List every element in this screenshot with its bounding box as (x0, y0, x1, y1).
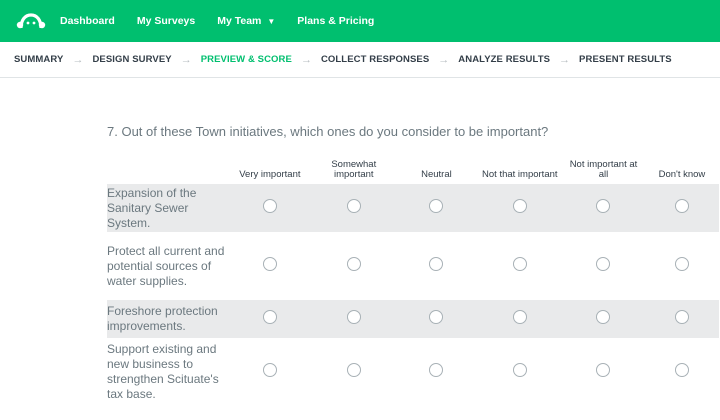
radio-cell (644, 184, 719, 232)
radio-button[interactable] (346, 198, 361, 213)
step-present-results[interactable]: PRESENT RESULTS (579, 54, 672, 65)
surveymonkey-logo-icon[interactable] (16, 11, 46, 31)
radio-button[interactable] (429, 198, 444, 213)
radio-button[interactable] (512, 309, 527, 324)
arrow-right-icon: → (180, 53, 192, 66)
column-header: Neutral (421, 169, 452, 180)
radio-button[interactable] (596, 309, 611, 324)
radio-cell (228, 232, 313, 300)
step-preview-score[interactable]: PREVIEW & SCORE (201, 54, 292, 65)
radio-cell (312, 184, 396, 232)
radio-cell (477, 338, 562, 406)
matrix-row: Foreshore protection improvements. (107, 300, 719, 338)
arrow-right-icon: → (559, 53, 571, 66)
radio-button[interactable] (262, 198, 277, 213)
top-navigation-bar: Dashboard My Surveys My Team ▼ Plans & Prici… (0, 0, 720, 42)
topnav-item-dashboard[interactable]: Dashboard (60, 15, 115, 27)
radio-cell (395, 232, 477, 300)
radio-button[interactable] (262, 256, 277, 271)
radio-cell (562, 232, 645, 300)
arrow-right-icon: → (300, 53, 312, 66)
radio-cell (645, 232, 719, 300)
radio-button[interactable] (346, 256, 361, 271)
radio-button[interactable] (346, 309, 361, 324)
radio-button[interactable] (674, 309, 689, 324)
step-analyze-results[interactable]: ANALYZE RESULTS (458, 54, 550, 65)
radio-button[interactable] (674, 362, 689, 377)
radio-cell (227, 300, 313, 338)
column-header: Very important (239, 169, 301, 180)
radio-button[interactable] (596, 362, 611, 377)
radio-cell (312, 232, 395, 300)
column-header: Somewhat important (331, 159, 377, 180)
topnav-item-label: My Surveys (136, 15, 196, 27)
matrix-row: Support existing and new business to str… (107, 338, 719, 406)
radio-cell (312, 300, 396, 338)
radio-button[interactable] (262, 362, 277, 377)
chevron-down-icon: ▼ (267, 16, 276, 26)
radio-button[interactable] (429, 256, 444, 271)
radio-cell (227, 184, 313, 232)
row-label-header (107, 160, 228, 184)
radio-button[interactable] (262, 309, 277, 324)
arrow-right-icon: → (438, 53, 450, 66)
topnav-item-label: Dashboard (60, 15, 115, 27)
radio-cell (228, 338, 313, 406)
radio-cell (644, 300, 719, 338)
arrow-right-icon: → (72, 53, 84, 66)
radio-cell (395, 338, 477, 406)
column-header: Not important at all (569, 159, 638, 180)
row-label: Protect all current and potential source… (107, 243, 225, 288)
radio-button[interactable] (429, 362, 444, 377)
matrix-row: Expansion of the Sanitary Sewer System. (107, 184, 719, 232)
row-label: Foreshore protection improvements. (107, 300, 228, 338)
column-header: Don't know (658, 169, 706, 180)
topnav-item-my-surveys[interactable]: My Surveys (137, 15, 195, 27)
column-header: Not that important (482, 169, 558, 180)
row-label: Expansion of the Sanitary Sewer System. (107, 184, 228, 232)
radio-cell (562, 184, 645, 232)
step-summary[interactable]: SUMMARY (14, 54, 63, 65)
radio-cell (562, 338, 645, 406)
matrix-row: Protect all current and potential source… (107, 232, 719, 300)
radio-button[interactable] (674, 198, 689, 213)
topnav-item-my-team[interactable]: My Team ▼ (217, 15, 275, 27)
topnav-item-label: My Team (217, 15, 262, 27)
radio-button[interactable] (346, 362, 361, 377)
radio-button[interactable] (674, 256, 689, 271)
radio-cell (477, 232, 562, 300)
topnav-item-label: Plans & Pricing (297, 15, 375, 27)
radio-cell (312, 338, 395, 406)
question-title: 7. Out of these Town initiatives, which … (107, 124, 549, 139)
radio-cell (477, 184, 563, 232)
topnav-item-plans-pricing[interactable]: Plans & Pricing (297, 15, 374, 27)
radio-cell (395, 184, 478, 232)
survey-steps-bar: SUMMARY → DESIGN SURVEY → PREVIEW & SCORE → CO… (0, 42, 720, 78)
radio-cell (645, 338, 719, 406)
radio-button[interactable] (512, 198, 527, 213)
radio-button[interactable] (596, 198, 611, 213)
radio-button[interactable] (512, 256, 527, 271)
radio-cell (562, 300, 645, 338)
radio-button[interactable] (512, 362, 527, 377)
radio-cell (395, 300, 478, 338)
radio-button[interactable] (596, 256, 611, 271)
step-collect-responses[interactable]: COLLECT RESPONSES (321, 54, 429, 65)
step-design-survey[interactable]: DESIGN SURVEY (92, 54, 171, 65)
radio-cell (477, 300, 563, 338)
radio-button[interactable] (429, 309, 444, 324)
row-label: Support existing and new business to str… (107, 342, 219, 401)
matrix-question-grid: Very important Somewhat important Neutral N… (107, 160, 719, 406)
